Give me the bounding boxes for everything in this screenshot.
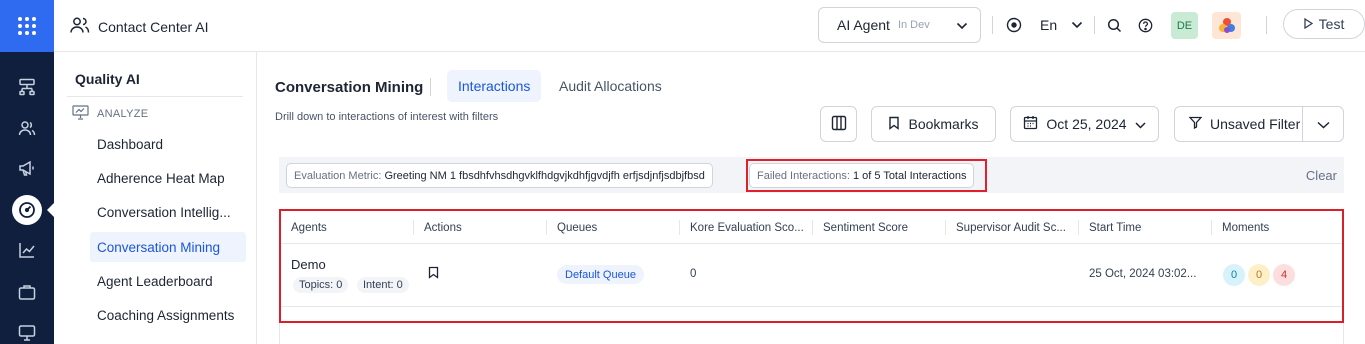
filter-dropdown-button[interactable]	[1302, 106, 1344, 142]
analyze-section-label: ANALYZE	[97, 108, 149, 120]
users-icon[interactable]	[0, 111, 54, 145]
megaphone-icon[interactable]	[0, 151, 54, 185]
user-avatar[interactable]: DE	[1171, 12, 1198, 39]
columns-icon	[831, 115, 847, 134]
filter-icon	[1188, 116, 1203, 132]
bookmarks-label: Bookmarks	[908, 116, 979, 132]
sidebar-title: Quality AI	[75, 71, 140, 87]
active-rail-indicator	[47, 203, 54, 217]
tab-interactions[interactable]: Interactions	[447, 70, 542, 102]
date-picker-button[interactable]: Oct 25, 2024	[1010, 106, 1159, 142]
ai-agent-selector[interactable]: AI Agent In Dev	[818, 7, 981, 43]
calendar-icon	[1023, 115, 1038, 133]
moment-badge-negative: 4	[1273, 264, 1295, 286]
column-header-actions[interactable]: Actions	[414, 211, 547, 244]
saved-filter-button[interactable]: Unsaved Filter	[1174, 106, 1303, 142]
test-button[interactable]: Test	[1283, 9, 1365, 39]
bookmark-row-icon[interactable]	[428, 266, 439, 282]
presentation-chart-icon	[72, 105, 89, 123]
sidebar-item-adherence-heat-map[interactable]: Adherence Heat Map	[90, 163, 246, 193]
page-title: Conversation Mining	[275, 79, 424, 96]
workspace-logo-icon[interactable]	[1212, 12, 1241, 39]
filter-chip-value: Greeting NM 1 fbsdhfvhsdhgvklfhdgvjkdhfj…	[384, 169, 705, 182]
analytics-icon[interactable]	[0, 233, 54, 267]
queue-badge: Default Queue	[557, 265, 644, 284]
analyze-section-header: ANALYZE	[72, 105, 148, 123]
quality-gauge-icon[interactable]	[0, 193, 54, 227]
table-row[interactable]: Demo Topics: 0 Intent: 0 Default Queue 0…	[281, 244, 1342, 307]
table-header: Agents Actions Queues Kore Evaluation Sc…	[281, 211, 1342, 244]
date-chevron-down-icon	[1135, 116, 1146, 132]
filter-chip-evaluation-metric[interactable]: Evaluation Metric: Greeting NM 1 fbsdhfv…	[286, 163, 713, 188]
sidebar-item-conversation-mining[interactable]: Conversation Mining	[90, 232, 246, 262]
header-divider	[1094, 16, 1095, 34]
header-divider	[1266, 16, 1267, 34]
clear-filters-button[interactable]: Clear	[1306, 168, 1337, 183]
agent-status: In Dev	[897, 19, 930, 31]
title-divider	[430, 78, 431, 96]
sidebar-item-agent-leaderboard[interactable]: Agent Leaderboard	[90, 266, 246, 296]
filter-chevron-down-icon	[1316, 116, 1330, 132]
kore-score-cell: 0	[690, 268, 697, 280]
sidebar-item-conversation-intelligence[interactable]: Conversation Intellig...	[90, 197, 246, 227]
play-icon	[1304, 16, 1313, 32]
briefcase-icon[interactable]	[0, 275, 54, 309]
sidebar-item-coaching-assignments[interactable]: Coaching Assignments	[90, 300, 246, 330]
deploy-status-icon[interactable]	[1004, 15, 1024, 35]
highlight-box-failed-interactions	[746, 159, 987, 192]
app-title: Contact Center AI	[70, 16, 209, 37]
icon-rail	[0, 0, 54, 344]
tab-audit-allocations[interactable]: Audit Allocations	[548, 70, 673, 102]
monitor-icon[interactable]	[0, 316, 54, 344]
sidebar-divider	[67, 96, 243, 97]
test-label: Test	[1318, 16, 1345, 32]
language-chevron-down-icon[interactable]	[1067, 15, 1087, 35]
column-header-supervisor-audit-score[interactable]: Supervisor Audit Sc...	[946, 211, 1079, 244]
date-label: Oct 25, 2024	[1046, 116, 1127, 132]
app-title-text: Contact Center AI	[98, 18, 209, 35]
app-launcher-icon[interactable]	[0, 0, 54, 52]
agent-name: AI Agent	[837, 17, 890, 33]
column-header-queues[interactable]: Queues	[547, 211, 680, 244]
bookmark-icon	[888, 116, 900, 133]
chevron-down-icon	[956, 18, 968, 33]
topics-pill: Topics: 0	[293, 277, 349, 293]
agent-name-cell: Demo	[291, 257, 326, 272]
search-icon[interactable]	[1104, 15, 1124, 35]
table-continuation	[279, 323, 1344, 344]
filter-label: Unsaved Filter	[1210, 116, 1301, 132]
column-header-sentiment-score[interactable]: Sentiment Score	[813, 211, 946, 244]
moment-badge-neutral: 0	[1223, 264, 1245, 286]
page-subtitle: Drill down to interactions of interest w…	[275, 111, 499, 123]
start-time-cell: 25 Oct, 2024 03:02...	[1089, 268, 1197, 280]
moment-badge-warning: 0	[1248, 264, 1270, 286]
column-header-kore-evaluation-score[interactable]: Kore Evaluation Sco...	[680, 211, 813, 244]
quality-ai-sidebar: Quality AI ANALYZE Dashboard Adherence H…	[54, 52, 257, 344]
top-header: Contact Center AI AI Agent In Dev En DE …	[54, 0, 1365, 52]
sidebar-item-dashboard[interactable]: Dashboard	[90, 129, 246, 159]
help-icon[interactable]	[1135, 15, 1155, 35]
filter-chip-key: Evaluation Metric:	[294, 169, 382, 182]
intent-pill: Intent: 0	[357, 277, 409, 293]
contact-center-icon	[70, 16, 90, 37]
language-select[interactable]: En	[1040, 17, 1057, 33]
column-header-agents[interactable]: Agents	[281, 211, 414, 244]
column-settings-button[interactable]	[820, 106, 857, 142]
header-divider	[992, 16, 993, 34]
column-header-moments[interactable]: Moments	[1212, 211, 1342, 244]
bookmarks-button[interactable]: Bookmarks	[871, 106, 996, 142]
column-header-start-time[interactable]: Start Time	[1079, 211, 1212, 244]
hierarchy-icon[interactable]	[0, 70, 54, 104]
main-content: Conversation Mining Interactions Audit A…	[258, 52, 1365, 344]
